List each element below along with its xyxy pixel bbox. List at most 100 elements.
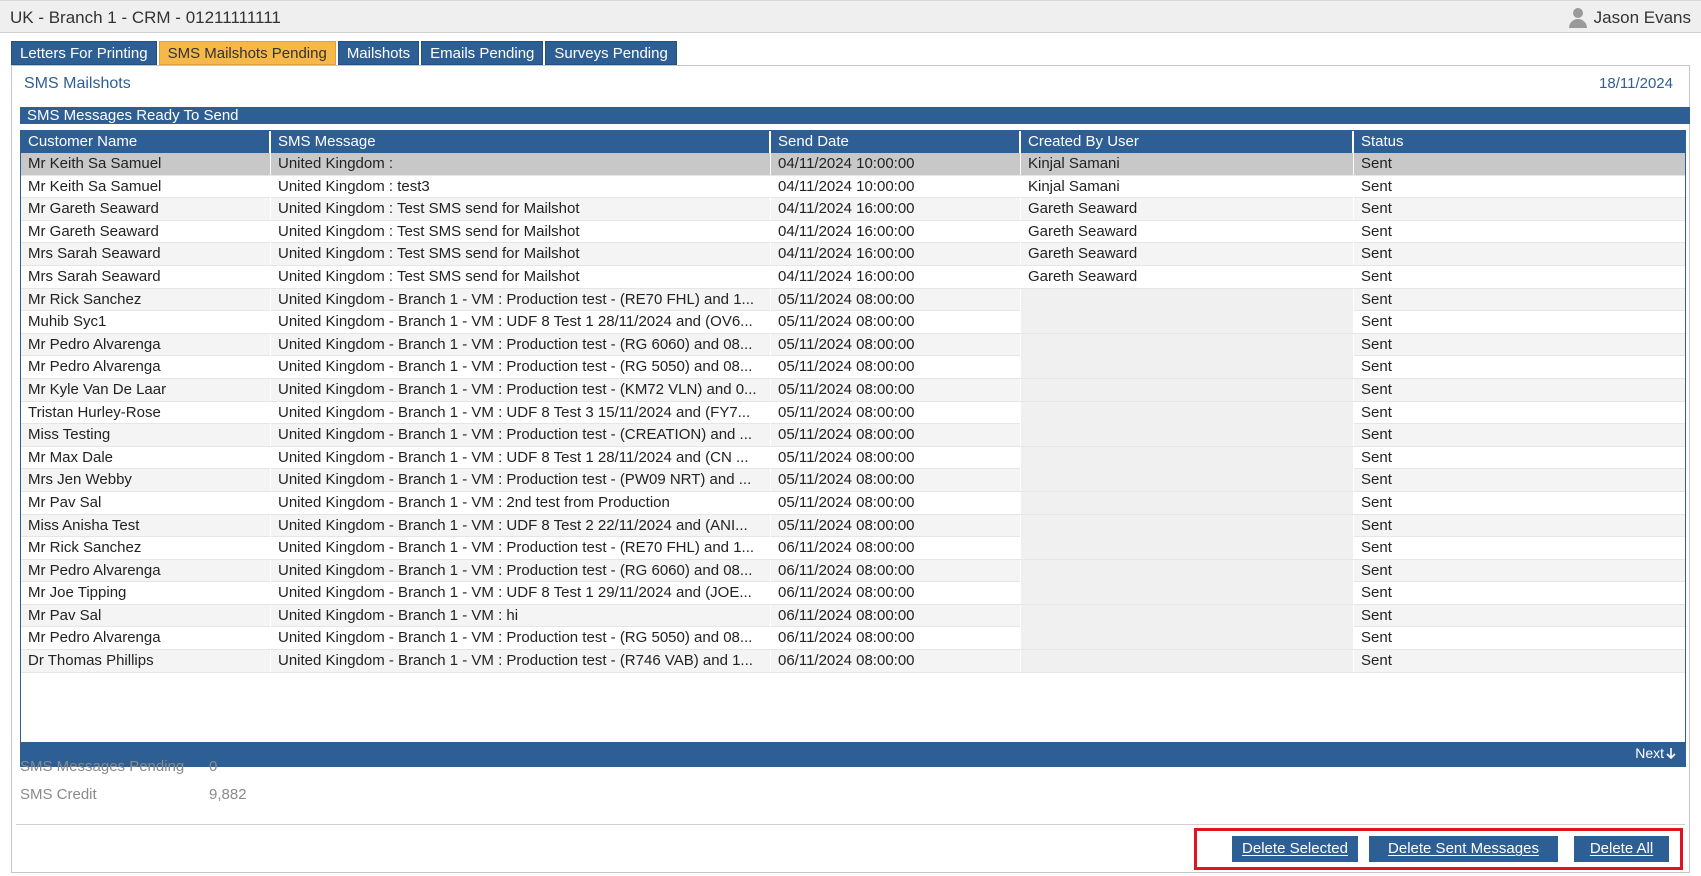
cell-created-by-user — [1021, 627, 1354, 650]
cell-status: Sent — [1361, 380, 1392, 398]
table-row[interactable]: Mr Pedro Alvarenga United Kingdom - Branc… — [21, 559, 1685, 583]
cell-created-by-user — [1021, 401, 1354, 424]
cell-sms-message: United Kingdom - Branch 1 - VM : UDF 8 T… — [271, 514, 771, 537]
column-header-customer-name[interactable]: Customer Name — [21, 131, 271, 153]
cell-customer-name: Mr Gareth Seaward — [21, 220, 271, 243]
tab-emails-pending[interactable]: Emails Pending — [421, 41, 544, 65]
cell-send-date: 06/11/2024 08:00:00 — [771, 604, 1021, 627]
table-row[interactable]: Mr Gareth Seaward United Kingdom : Test S… — [21, 220, 1685, 244]
cell-status: Sent — [1361, 155, 1392, 172]
cell-customer-name: Mr Kyle Van De Laar — [21, 378, 271, 401]
cell-created-by-user — [1021, 514, 1354, 537]
table-row[interactable]: Mr Joe Tipping United Kingdom - Branch 1 … — [21, 582, 1685, 605]
table-row[interactable]: Mr Rick Sanchez United Kingdom - Branch 1… — [21, 537, 1685, 560]
user-menu[interactable]: Jason Evans — [1568, 8, 1691, 28]
cell-created-by-user — [1021, 650, 1354, 673]
cell-customer-name: Mr Keith Sa Samuel — [21, 175, 271, 198]
cell-created-by-user — [1021, 537, 1354, 560]
cell-sms-message: United Kingdom - Branch 1 - VM : Product… — [271, 288, 771, 311]
cell-customer-name: Miss Testing — [21, 424, 271, 447]
cell-status: Sent — [1361, 516, 1392, 534]
next-label: Next — [1635, 745, 1664, 761]
cell-sms-message: United Kingdom : Test SMS send for Mails… — [271, 265, 771, 288]
table-row[interactable]: Mrs Jen Webby United Kingdom - Branch 1 -… — [21, 469, 1685, 492]
table-row[interactable]: Mr Pedro Alvarenga United Kingdom - Branc… — [21, 333, 1685, 357]
user-name: Jason Evans — [1593, 8, 1691, 27]
table-row[interactable]: Mr Pav Sal United Kingdom - Branch 1 - VM… — [21, 604, 1685, 628]
table-row[interactable]: Mr Kyle Van De Laar United Kingdom - Bran… — [21, 378, 1685, 402]
cell-customer-name: Mr Pav Sal — [21, 491, 271, 514]
cell-status: Sent — [1361, 629, 1392, 647]
grid-caption: SMS Messages Ready To Send — [20, 107, 1690, 124]
table-row[interactable]: Mr Rick Sanchez United Kingdom - Branch 1… — [21, 288, 1685, 312]
cell-status: Sent — [1361, 335, 1392, 353]
cell-created-by-user — [1021, 311, 1354, 334]
cell-customer-name: Muhib Syc1 — [21, 311, 271, 334]
tab-letters-for-printing[interactable]: Letters For Printing — [11, 41, 157, 65]
table-row[interactable]: Miss Anisha Test United Kingdom - Branch … — [21, 514, 1685, 538]
table-row[interactable]: Mr Keith Sa Samuel United Kingdom : test3… — [21, 175, 1685, 199]
table-row[interactable]: Tristan Hurley-Rose United Kingdom - Bran… — [21, 401, 1685, 425]
sms-mailshots-panel: SMS Mailshots 18/11/2024 SMS Messages Re… — [11, 65, 1690, 873]
cell-status: Sent — [1361, 200, 1392, 218]
cell-customer-name: Mr Pedro Alvarenga — [21, 356, 271, 379]
column-header-send-date[interactable]: Send Date — [771, 131, 1021, 153]
delete-selected-button[interactable]: Delete Selected — [1232, 836, 1358, 862]
table-row[interactable]: Mr Max Dale United Kingdom - Branch 1 - V… — [21, 446, 1685, 470]
tab-bar: Letters For Printing SMS Mailshots Pendi… — [11, 41, 677, 65]
column-header-sms-message[interactable]: SMS Message — [271, 131, 771, 153]
column-header-status[interactable]: Status — [1354, 131, 1685, 153]
cell-customer-name: Mr Joe Tipping — [21, 582, 271, 605]
cell-created-by-user — [1021, 446, 1354, 469]
cell-created-by-user — [1021, 356, 1354, 379]
cell-send-date: 05/11/2024 08:00:00 — [771, 288, 1021, 311]
cell-send-date: 05/11/2024 08:00:00 — [771, 491, 1021, 514]
cell-status: Sent — [1361, 606, 1392, 624]
grid-body: Mr Keith Sa Samuel United Kingdom :04/11/… — [21, 153, 1685, 673]
table-row[interactable]: Mr Pedro Alvarenga United Kingdom - Branc… — [21, 356, 1685, 379]
cell-send-date: 05/11/2024 08:00:00 — [771, 378, 1021, 401]
table-row[interactable]: Mr Gareth Seaward United Kingdom : Test S… — [21, 198, 1685, 221]
column-header-created-by-user[interactable]: Created By User — [1021, 131, 1354, 153]
table-row[interactable]: Mr Pedro Alvarenga United Kingdom - Branc… — [21, 627, 1685, 651]
cell-send-date: 04/11/2024 10:00:00 — [771, 153, 1021, 175]
cell-sms-message: United Kingdom - Branch 1 - VM : UDF 8 T… — [271, 582, 771, 605]
delete-sent-messages-button[interactable]: Delete Sent Messages — [1369, 836, 1558, 862]
cell-created-by-user: Gareth Seaward — [1021, 243, 1354, 266]
cell-created-by-user: Kinjal Samani — [1021, 175, 1354, 198]
cell-customer-name: Dr Thomas Phillips — [21, 650, 271, 673]
table-row[interactable]: Mrs Sarah Seaward United Kingdom : Test S… — [21, 265, 1685, 289]
cell-send-date: 06/11/2024 08:00:00 — [771, 627, 1021, 650]
delete-all-button[interactable]: Delete All — [1574, 836, 1669, 862]
page-title: SMS Mailshots — [24, 75, 131, 92]
cell-sms-message: United Kingdom : — [271, 153, 771, 175]
cell-created-by-user — [1021, 424, 1354, 447]
cell-status: Sent — [1361, 313, 1392, 331]
cell-send-date: 05/11/2024 08:00:00 — [771, 514, 1021, 537]
table-row[interactable]: Muhib Syc1 United Kingdom - Branch 1 - VM… — [21, 311, 1685, 334]
table-row[interactable]: Mr Pav Sal United Kingdom - Branch 1 - VM… — [21, 491, 1685, 515]
cell-send-date: 06/11/2024 08:00:00 — [771, 559, 1021, 582]
cell-send-date: 05/11/2024 08:00:00 — [771, 333, 1021, 356]
cell-send-date: 06/11/2024 08:00:00 — [771, 582, 1021, 605]
arrow-down-icon — [1666, 747, 1676, 759]
next-page-link[interactable]: Next — [1635, 745, 1677, 761]
cell-sms-message: United Kingdom - Branch 1 - VM : Product… — [271, 356, 771, 379]
tab-mailshots[interactable]: Mailshots — [337, 41, 420, 65]
table-row[interactable]: Mrs Sarah Seaward United Kingdom : Test S… — [21, 243, 1685, 266]
cell-customer-name: Mr Pedro Alvarenga — [21, 559, 271, 582]
table-row[interactable]: Miss Testing United Kingdom - Branch 1 - … — [21, 424, 1685, 447]
cell-status: Sent — [1361, 267, 1392, 285]
cell-send-date: 05/11/2024 08:00:00 — [771, 401, 1021, 424]
cell-status: Sent — [1361, 358, 1392, 376]
stat-pending: SMS Messages Pending 0 — [20, 753, 247, 781]
cell-status: Sent — [1361, 539, 1392, 557]
cell-sms-message: United Kingdom : Test SMS send for Mails… — [271, 198, 771, 221]
table-row[interactable]: Mr Keith Sa Samuel United Kingdom :04/11/… — [21, 153, 1685, 176]
cell-customer-name: Miss Anisha Test — [21, 514, 271, 537]
cell-send-date: 05/11/2024 08:00:00 — [771, 424, 1021, 447]
cell-created-by-user: Gareth Seaward — [1021, 265, 1354, 288]
table-row[interactable]: Dr Thomas Phillips United Kingdom - Branc… — [21, 650, 1685, 673]
tab-surveys-pending[interactable]: Surveys Pending — [545, 41, 677, 65]
tab-sms-mailshots-pending[interactable]: SMS Mailshots Pending — [158, 41, 336, 65]
